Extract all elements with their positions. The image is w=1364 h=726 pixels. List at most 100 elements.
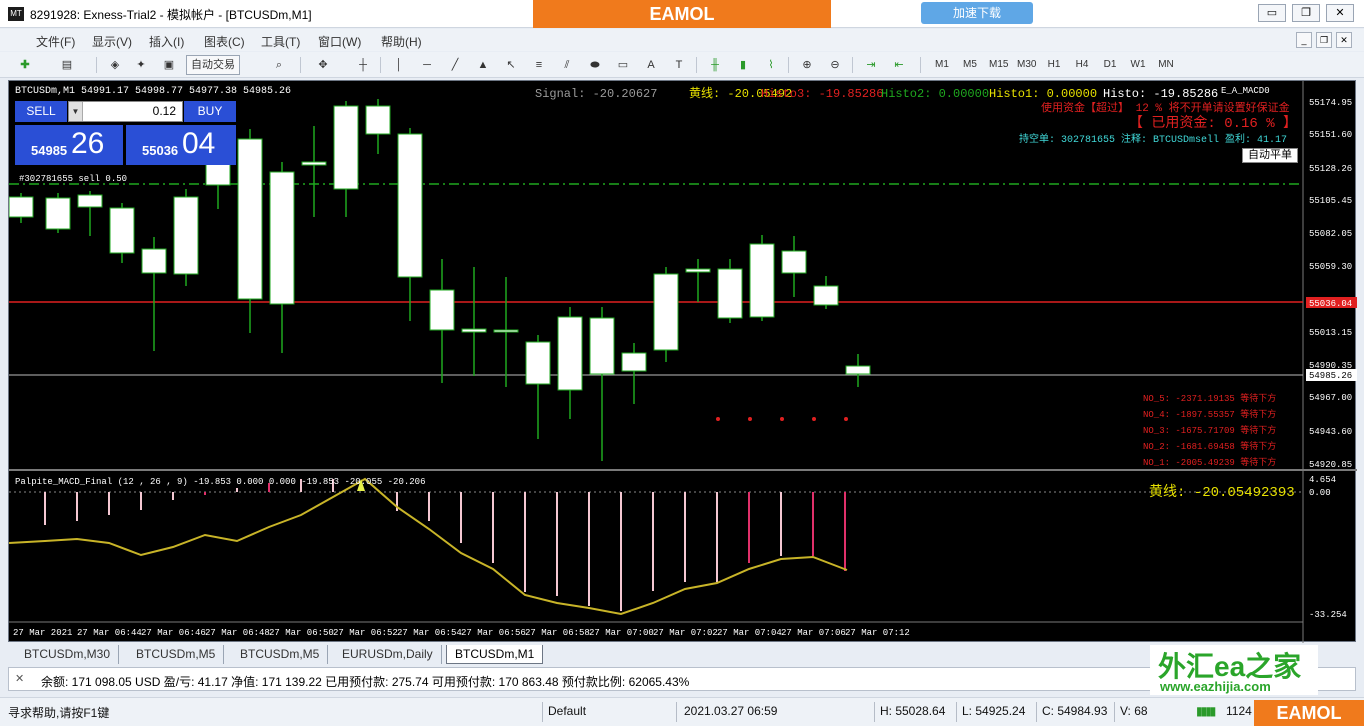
tab-btcusdm-m5-2[interactable]: BTCUSDm,M5 — [232, 645, 329, 664]
price-axis-label: 54943.60 — [1309, 427, 1352, 437]
candle-body — [301, 161, 327, 166]
trendline-icon[interactable]: ╱ — [444, 55, 466, 75]
timeframe-h1[interactable]: H1 — [1044, 55, 1064, 75]
chart-shift-icon[interactable]: ⇤ — [888, 55, 910, 75]
lot-size-value: 0.12 — [152, 104, 176, 118]
candle-body — [845, 365, 871, 375]
ellipse-icon[interactable]: ⬬ — [584, 55, 606, 75]
crosshair-menu-icon[interactable]: ✥ — [312, 55, 334, 75]
price-axis-label: 55059.30 — [1309, 262, 1352, 272]
histo3-value: Histo3: -19.85286 — [761, 87, 883, 101]
timeframe-h4[interactable]: H4 — [1072, 55, 1092, 75]
level-no3: NO_3: -1675.71709 等待下方 — [1143, 424, 1276, 436]
cursor-icon[interactable]: ↖ — [500, 55, 522, 75]
maximize-button[interactable]: ❐ — [1292, 4, 1320, 22]
mdi-restore-button[interactable]: ❐ — [1316, 32, 1332, 48]
signal-dots — [716, 417, 848, 421]
sell-price-box[interactable]: 54985 26 — [15, 125, 123, 165]
status-help: 寻求帮助,请按F1键 — [8, 706, 110, 720]
macd-axis-zero: 0.00 — [1309, 488, 1331, 498]
timeframe-m15[interactable]: M15 — [988, 55, 1009, 75]
tab-btcusdm-m5[interactable]: BTCUSDm,M5 — [128, 645, 225, 664]
buy-price-small: 55036 — [142, 143, 179, 158]
menu-chart[interactable]: 图表(C) — [204, 33, 245, 50]
sell-price-small: 54985 — [31, 143, 68, 158]
timeframe-m1[interactable]: M1 — [932, 55, 952, 75]
tab-eurusdm-daily[interactable]: EURUSDm,Daily — [334, 645, 442, 664]
signal-dot — [812, 417, 816, 421]
level-no1: NO_1: -2005.49239 等待下方 — [1143, 456, 1276, 468]
triangle-icon[interactable]: ▲ — [472, 55, 494, 75]
macd-axis-bottom: -33.254 — [1309, 610, 1347, 620]
close-terminal-icon[interactable]: ✕ — [15, 672, 24, 685]
ad-banner-bottom[interactable]: EAMOL — [1254, 700, 1364, 726]
navigator-icon[interactable]: ▣ — [158, 55, 180, 75]
timeframe-m30[interactable]: M30 — [1016, 55, 1037, 75]
text-label-icon[interactable]: T — [668, 55, 690, 75]
timeframe-mn[interactable]: MN — [1156, 55, 1176, 75]
line-chart-icon[interactable]: ⌇ — [760, 55, 782, 75]
auto-close-button[interactable]: 自动平单 — [1242, 148, 1298, 163]
buy-price-box[interactable]: 55036 04 — [126, 125, 236, 165]
lot-decrease-icon[interactable]: ▼ — [69, 102, 83, 121]
macd-axis-top: 4.654 — [1309, 475, 1336, 485]
fibonacci-icon[interactable]: ≡ — [528, 55, 550, 75]
connection-bars-icon: ▮▮▮▮ — [1196, 704, 1216, 718]
buy-button[interactable]: BUY — [184, 101, 236, 122]
channel-icon[interactable]: ⫽ — [556, 55, 578, 75]
lot-size-input[interactable]: ▼ 0.12 — [68, 101, 183, 122]
menu-window[interactable]: 窗口(W) — [318, 33, 361, 50]
crosshair-icon[interactable]: ┼ — [352, 55, 374, 75]
ad-download-button[interactable]: 加速下载 — [921, 2, 1033, 24]
zoom-in-icon[interactable]: ⊕ — [796, 55, 818, 75]
histo1-value: Histo1: 0.00000 — [989, 87, 1097, 101]
minimize-button[interactable]: ▭ — [1258, 4, 1286, 22]
candle-body — [109, 207, 135, 254]
strategy-tester-icon[interactable]: ⌕ — [268, 55, 290, 75]
vertical-line-icon[interactable]: │ — [388, 55, 410, 75]
time-axis-label: 27 Mar 06:44 — [77, 628, 142, 638]
menu-help[interactable]: 帮助(H) — [381, 33, 422, 50]
ad-url: www.eazhijia.com — [1160, 679, 1271, 694]
level-no4: NO_4: -1897.55357 等待下方 — [1143, 408, 1276, 420]
tab-btcusdm-m1[interactable]: BTCUSDm,M1 — [446, 645, 544, 664]
time-axis-label: 27 Mar 07:00 — [589, 628, 654, 638]
timeframe-w1[interactable]: W1 — [1128, 55, 1148, 75]
menu-insert[interactable]: 插入(I) — [149, 33, 184, 50]
chart-canvas[interactable]: BTCUSDm,M1 54991.17 54998.77 54977.38 54… — [8, 81, 1357, 643]
timeframe-d1[interactable]: D1 — [1100, 55, 1120, 75]
mdi-close-button[interactable]: ✕ — [1336, 32, 1352, 48]
profiles-icon[interactable]: ▤ — [56, 55, 78, 75]
zoom-out-icon[interactable]: ⊖ — [824, 55, 846, 75]
ad-banner-top[interactable]: EAMOL — [533, 0, 831, 28]
menu-file[interactable]: 文件(F) — [36, 33, 75, 50]
ea-name: E_A_MACD0 — [1221, 86, 1270, 96]
candle-body — [557, 316, 583, 391]
tab-btcusdm-m30[interactable]: BTCUSDm,M30 — [16, 645, 120, 664]
price-axis-label: 55105.45 — [1309, 196, 1352, 206]
candle-body — [653, 273, 679, 351]
menu-view[interactable]: 显示(V) — [92, 33, 132, 50]
window-title: 8291928: Exness-Trial2 - 模拟帐户 - [BTCUSDm… — [30, 8, 312, 22]
menu-tools[interactable]: 工具(T) — [261, 33, 300, 50]
rectangle-icon[interactable]: ▭ — [612, 55, 634, 75]
new-chart-icon[interactable]: ✚ — [14, 55, 36, 75]
candle-body — [749, 243, 775, 318]
price-axis-label: 55082.05 — [1309, 229, 1352, 239]
mdi-minimize-button[interactable]: _ — [1296, 32, 1312, 48]
funds-warning: 使用资金【超过】 12 % 将不开单请设置好保证金 — [1041, 100, 1290, 115]
text-tool-icon[interactable]: A — [640, 55, 662, 75]
candlestick-chart-icon[interactable]: ▮ — [732, 55, 754, 75]
ad-eazhijia[interactable]: 外汇ea之家 www.eazhijia.com — [1150, 645, 1318, 695]
candle-body — [45, 197, 71, 230]
data-window-icon[interactable]: ✦ — [130, 55, 152, 75]
sell-button[interactable]: SELL — [15, 101, 67, 122]
candle-body — [77, 194, 103, 208]
close-button[interactable]: ✕ — [1326, 4, 1354, 22]
bar-chart-icon[interactable]: ╫ — [704, 55, 726, 75]
timeframe-m5[interactable]: M5 — [960, 55, 980, 75]
horizontal-line-icon[interactable]: ─ — [416, 55, 438, 75]
auto-trading-button[interactable]: 自动交易 — [186, 55, 240, 75]
autoscroll-icon[interactable]: ⇥ — [860, 55, 882, 75]
market-watch-icon[interactable]: ◈ — [104, 55, 126, 75]
